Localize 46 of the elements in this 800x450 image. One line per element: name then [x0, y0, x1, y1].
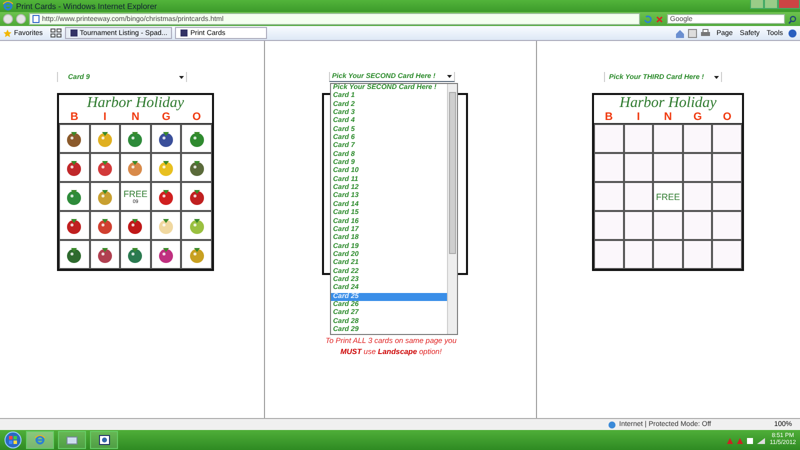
scroll-thumb[interactable]	[449, 92, 456, 254]
close-button[interactable]	[778, 0, 800, 9]
window-title: Print Cards - Windows Internet Explorer	[16, 2, 157, 10]
bingo-letter: N	[663, 111, 673, 123]
bingo-cell	[682, 153, 712, 182]
bingo-cell	[682, 124, 712, 153]
bingo-letter: O	[722, 111, 732, 123]
card-title: Harbor Holiday	[618, 96, 718, 111]
bingo-letter: I	[102, 111, 108, 123]
tray-icons-drawing	[726, 436, 766, 444]
bingo-cell	[653, 124, 683, 153]
browser-logo-icon	[35, 435, 45, 445]
caret-icon	[447, 75, 452, 78]
close-icon[interactable]	[655, 14, 664, 24]
free-label: FREE	[656, 192, 680, 202]
maximize-button[interactable]	[764, 0, 778, 9]
taskbar-button[interactable]	[90, 431, 118, 449]
browser-logo-icon	[3, 1, 13, 11]
back-button[interactable]	[3, 14, 13, 24]
app-window-icon	[98, 435, 110, 445]
folder-icon	[66, 435, 78, 445]
bingo-letter: G	[692, 111, 703, 123]
bingo-letter: I	[636, 111, 641, 123]
bingo-cell	[624, 124, 654, 153]
bingo-cell	[682, 211, 712, 240]
bingo-cell	[624, 211, 654, 240]
quick-tabs-icon[interactable]	[50, 28, 62, 38]
free-label: FREE	[123, 188, 148, 198]
search-icon[interactable]	[788, 14, 797, 24]
bingo-letter: B	[604, 111, 614, 123]
bingo-letter: B	[69, 111, 80, 123]
star-icon	[3, 28, 12, 38]
forward-button[interactable]	[16, 14, 26, 24]
printer-icon[interactable]	[700, 28, 712, 38]
bingo-cell	[624, 153, 654, 182]
card-title: Harbor Holiday	[86, 96, 186, 111]
refresh-icon[interactable]	[643, 14, 652, 24]
home-icon[interactable]	[675, 28, 686, 38]
bingo-letter: G	[160, 111, 172, 123]
start-button-icon[interactable]	[4, 431, 22, 449]
minimize-button[interactable]	[750, 0, 764, 9]
caret-icon	[714, 76, 719, 78]
bingo-letter: O	[191, 111, 202, 123]
bingo-letter: N	[130, 111, 140, 123]
caret-icon	[179, 76, 184, 78]
scrollbar[interactable]	[447, 84, 457, 334]
